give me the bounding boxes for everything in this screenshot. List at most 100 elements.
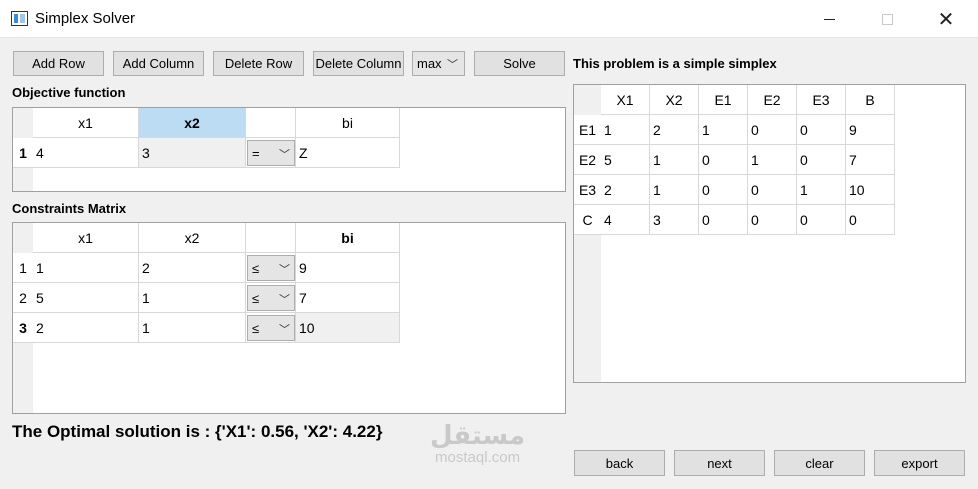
tableau-cell[interactable]: 9 <box>846 115 895 145</box>
close-button[interactable]: ✕ <box>923 0 969 38</box>
tableau-row-header[interactable]: E1 <box>574 115 601 145</box>
back-button[interactable]: back <box>574 450 665 476</box>
tableau-cell[interactable]: 0 <box>797 205 846 235</box>
constraints-row-header[interactable]: 3 <box>13 313 33 343</box>
constraint-relation-value: ≤ <box>252 260 260 276</box>
constraints-header-x2[interactable]: x2 <box>139 223 246 253</box>
chevron-down-icon: ﹀ <box>447 59 458 71</box>
tableau-cell[interactable]: 3 <box>650 205 699 235</box>
tableau-row-header[interactable]: C <box>574 205 601 235</box>
constraints-row-header[interactable]: 1 <box>13 253 33 283</box>
tableau-status-label: This problem is a simple simplex <box>573 56 777 71</box>
chevron-down-icon: ﹀ <box>279 294 290 306</box>
window-title: Simplex Solver <box>35 10 136 27</box>
tableau-cell[interactable]: 0 <box>797 115 846 145</box>
tableau-header[interactable]: E2 <box>748 85 797 115</box>
optimization-mode-select[interactable]: max ﹀ <box>412 51 465 76</box>
optimization-mode-value: max <box>417 56 442 71</box>
constraints-cell-bi[interactable]: 9 <box>296 253 400 283</box>
constraints-row-header[interactable]: 2 <box>13 283 33 313</box>
constraint-relation-select[interactable]: ≤ ﹀ <box>247 315 295 341</box>
objective-cell-x2[interactable]: 3 <box>139 138 246 168</box>
constraint-relation-value: ≤ <box>252 290 260 306</box>
tableau-cell[interactable]: 0 <box>748 205 797 235</box>
objective-header-relation[interactable] <box>246 108 296 138</box>
constraints-table: x1 x2 bi 1 1 2 ≤ ﹀ 9 2 5 1 ≤ ﹀ 7 3 2 1 ≤… <box>12 222 566 414</box>
tableau-cell[interactable]: 0 <box>699 205 748 235</box>
tableau-cell[interactable]: 2 <box>601 175 650 205</box>
tableau-header[interactable]: X1 <box>601 85 650 115</box>
tableau-cell[interactable]: 1 <box>748 145 797 175</box>
title-bar: Simplex Solver ✕ <box>0 0 978 38</box>
next-button[interactable]: next <box>674 450 765 476</box>
maximize-button[interactable] <box>864 0 910 38</box>
constraint-relation-select[interactable]: ≤ ﹀ <box>247 285 295 311</box>
constraints-cell[interactable]: 2 <box>33 313 139 343</box>
tableau-cell[interactable]: 10 <box>846 175 895 205</box>
objective-header-x2[interactable]: x2 <box>139 108 246 138</box>
delete-row-button[interactable]: Delete Row <box>213 51 304 76</box>
tableau-table: X1 X2 E1 E2 E3 B E1 1 2 1 0 0 9 E2 5 1 0… <box>573 84 966 383</box>
delete-column-button[interactable]: Delete Column <box>313 51 404 76</box>
chevron-down-icon: ﹀ <box>279 264 290 276</box>
constraint-relation-value: ≤ <box>252 320 260 336</box>
add-column-button[interactable]: Add Column <box>113 51 204 76</box>
tableau-header[interactable]: B <box>846 85 895 115</box>
tableau-cell[interactable]: 0 <box>699 175 748 205</box>
tableau-cell[interactable]: 0 <box>846 205 895 235</box>
maximize-icon <box>881 13 893 25</box>
tableau-cell[interactable]: 4 <box>601 205 650 235</box>
export-button[interactable]: export <box>874 450 965 476</box>
solve-button[interactable]: Solve <box>474 51 565 76</box>
tableau-cell[interactable]: 0 <box>699 145 748 175</box>
constraints-cell-bi[interactable]: 10 <box>296 313 400 343</box>
tableau-cell[interactable]: 7 <box>846 145 895 175</box>
minimize-icon <box>823 18 835 20</box>
clear-button[interactable]: clear <box>774 450 865 476</box>
tableau-header[interactable]: E3 <box>797 85 846 115</box>
constraints-cell[interactable]: 2 <box>139 253 246 283</box>
objective-header-x1[interactable]: x1 <box>33 108 139 138</box>
constraints-cell[interactable]: 1 <box>139 283 246 313</box>
objective-cell-x1[interactable]: 4 <box>33 138 139 168</box>
constraints-header-x1[interactable]: x1 <box>33 223 139 253</box>
tableau-cell[interactable]: 2 <box>650 115 699 145</box>
constraints-header-relation[interactable] <box>246 223 296 253</box>
watermark-arabic: مستقل <box>430 420 526 450</box>
optimal-solution-text: The Optimal solution is : {'X1': 0.56, '… <box>12 422 383 441</box>
constraints-cell[interactable]: 1 <box>139 313 246 343</box>
constraints-cell[interactable]: 1 <box>33 253 139 283</box>
objective-cell-bi[interactable]: Z <box>296 138 400 168</box>
objective-row-header[interactable]: 1 <box>13 138 33 168</box>
tableau-cell[interactable]: 1 <box>797 175 846 205</box>
constraints-header-bi[interactable]: bi <box>296 223 400 253</box>
add-row-button[interactable]: Add Row <box>13 51 104 76</box>
objective-header-bi[interactable]: bi <box>296 108 400 138</box>
minimize-button[interactable] <box>806 0 852 38</box>
tableau-header[interactable]: X2 <box>650 85 699 115</box>
tableau-cell[interactable]: 1 <box>650 175 699 205</box>
tableau-cell[interactable]: 1 <box>601 115 650 145</box>
chevron-down-icon: ﹀ <box>279 149 290 161</box>
tableau-cell[interactable]: 5 <box>601 145 650 175</box>
tableau-row-header[interactable]: E3 <box>574 175 601 205</box>
app-icon <box>11 11 28 26</box>
tableau-cell[interactable]: 1 <box>699 115 748 145</box>
constraints-matrix-label: Constraints Matrix <box>12 201 127 216</box>
watermark-latin: mostaql.com <box>435 449 521 466</box>
tableau-row-header[interactable]: E2 <box>574 145 601 175</box>
chevron-down-icon: ﹀ <box>279 324 290 336</box>
close-icon: ✕ <box>937 8 955 31</box>
constraints-cell-bi[interactable]: 7 <box>296 283 400 313</box>
tableau-cell[interactable]: 1 <box>650 145 699 175</box>
tableau-cell[interactable]: 0 <box>797 145 846 175</box>
constraint-relation-select[interactable]: ≤ ﹀ <box>247 255 295 281</box>
objective-relation-select[interactable]: = ﹀ <box>247 140 295 166</box>
watermark: مستقل mostaql.com <box>430 420 525 466</box>
tableau-header[interactable]: E1 <box>699 85 748 115</box>
objective-table: x1 x2 bi 1 4 3 = ﹀ Z <box>12 107 566 192</box>
tableau-cell[interactable]: 0 <box>748 115 797 145</box>
constraints-cell[interactable]: 5 <box>33 283 139 313</box>
objective-function-label: Objective function <box>12 85 126 100</box>
tableau-cell[interactable]: 0 <box>748 175 797 205</box>
